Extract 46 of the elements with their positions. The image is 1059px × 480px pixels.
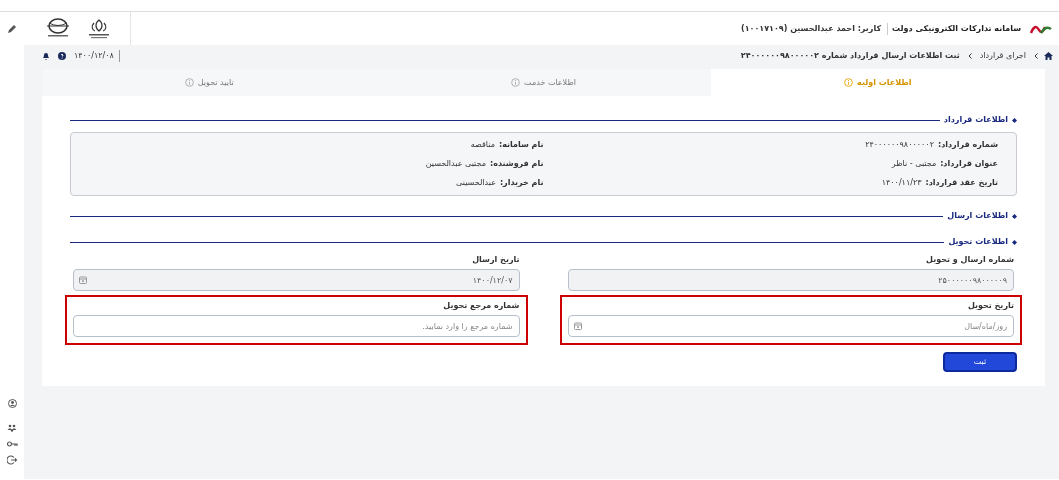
people-icon[interactable] [7, 424, 17, 433]
field-label: نام فروشنده: [489, 158, 544, 170]
home-icon[interactable] [1044, 52, 1053, 60]
info-icon [511, 78, 521, 87]
section-title: اطلاعات تحویل [948, 236, 1008, 248]
system-title: سامانه تدارکات الکترونیکی دولت [891, 22, 1022, 35]
calendar-icon[interactable] [573, 322, 582, 330]
logout-icon[interactable] [7, 455, 17, 465]
field-value: مناقصه [470, 139, 495, 151]
field-label: شماره قرارداد: [937, 139, 998, 151]
chevron-icon [1034, 53, 1038, 59]
field-label: تاریخ عقد قرارداد: [925, 177, 998, 189]
date-field[interactable]: روز/ماه/سال [567, 315, 1014, 337]
submit-button[interactable]: ثبت [943, 352, 1017, 372]
help-icon[interactable] [58, 52, 66, 60]
diamond-icon [1012, 213, 1017, 219]
date-label: ۱۴۰۰/۱۲/۰۸ [74, 50, 120, 62]
breadcrumb-current: ثبت اطلاعات ارسال قرارداد شماره ۲۴۰۰۰۰۰۰۹۸۰۰۰۰۰۲ [740, 50, 960, 62]
chevron-icon [967, 53, 972, 59]
field-value: مجتبی عبدالحسین [425, 158, 486, 170]
field-label: شماره مرجع تحویل [442, 300, 520, 312]
bell-icon[interactable] [42, 52, 50, 60]
info-icon [184, 78, 194, 87]
diamond-icon [1012, 117, 1017, 123]
field-label: نام سامانه: [498, 139, 544, 151]
section-title: اطلاعات ارسال [947, 210, 1008, 222]
diamond-icon [1012, 239, 1017, 245]
globe-icon [44, 17, 72, 40]
field-label: تاریخ ارسال [471, 254, 520, 266]
key-icon[interactable] [6, 441, 18, 447]
user-label: کاربر: احمد عبدالحسین (۱۰۰۱۷۱۰۹) [734, 22, 889, 35]
field-label: عنوان قرارداد: [940, 158, 998, 170]
user-icon[interactable] [7, 399, 17, 408]
field-label: شماره ارسال و تحویل [925, 254, 1014, 266]
section-title: اطلاعات قرارداد [943, 114, 1008, 126]
field-label: نام خریدار: [499, 177, 544, 189]
field-value: مجتبی - ناظر [891, 158, 937, 170]
field-value: عبدالحسینی [456, 177, 496, 189]
field-value: ۲۴۰۰۰۰۰۰۹۸۰۰۰۰۰۲ [865, 139, 934, 151]
breadcrumb-link[interactable]: اجرای قرارداد [979, 50, 1026, 62]
info-icon [844, 78, 854, 87]
field-value: ۱۴۰۰/۱۱/۲۳ [881, 177, 922, 189]
field-label: تاریخ تحویل [966, 300, 1014, 312]
emblem-icon [86, 17, 112, 40]
pencil-icon[interactable] [7, 24, 17, 34]
input-field[interactable]: شماره مرجع را وارد نمایید. [73, 315, 520, 337]
